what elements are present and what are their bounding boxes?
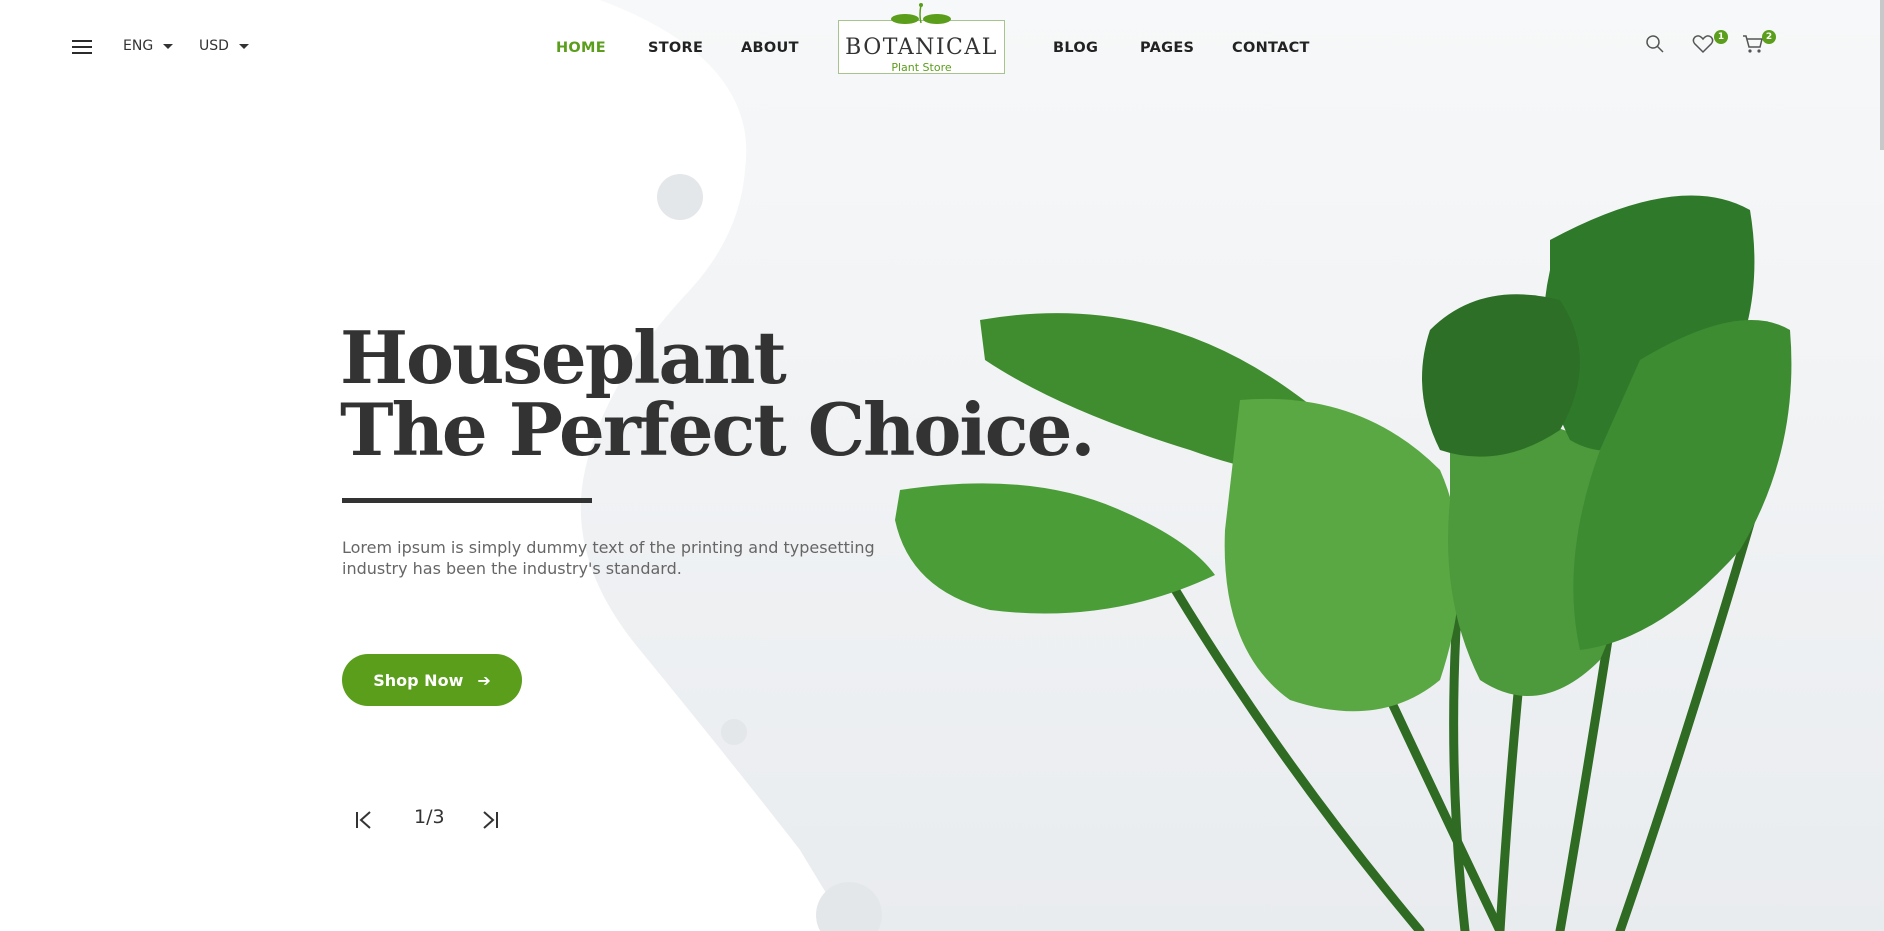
leaf <box>1422 294 1580 457</box>
slide-counter: 1/3 <box>414 806 445 828</box>
leaf <box>1224 398 1460 712</box>
logo-subtitle: Plant Store <box>891 61 952 74</box>
heart-icon <box>1692 35 1714 54</box>
site-logo[interactable]: BOTANICAL Plant Store <box>838 3 1005 74</box>
shop-now-button[interactable]: Shop Now ➔ <box>342 654 522 706</box>
hero-title: Houseplant The Perfect Choice. <box>340 315 1095 472</box>
last-slide-icon[interactable] <box>478 808 502 832</box>
nav-pages[interactable]: PAGES <box>1140 40 1194 56</box>
hero-description: Lorem ipsum is simply dummy text of the … <box>342 538 875 578</box>
cart-count-badge: 2 <box>1762 30 1776 44</box>
title-underline <box>342 498 592 503</box>
nav-contact[interactable]: CONTACT <box>1232 40 1310 56</box>
chevron-down-icon <box>163 43 174 49</box>
wishlist-button[interactable]: 1 <box>1692 30 1728 58</box>
shop-now-label: Shop Now <box>373 670 464 690</box>
decor-circle <box>721 719 747 745</box>
language-selector[interactable]: ENG <box>123 38 174 54</box>
currency-selector[interactable]: USD <box>199 38 249 54</box>
search-icon[interactable] <box>1645 34 1665 54</box>
cart-icon <box>1743 35 1763 53</box>
slide-total: 3 <box>432 806 445 828</box>
hamburger-menu-icon[interactable] <box>72 40 92 56</box>
leaf-logo-icon <box>891 3 951 24</box>
arrow-right-icon: ➔ <box>477 670 491 690</box>
first-slide-icon[interactable] <box>352 808 376 832</box>
nav-about[interactable]: ABOUT <box>741 40 799 56</box>
hero-title-line1: Houseplant <box>340 315 787 400</box>
logo-title: BOTANICAL <box>845 35 998 60</box>
page-scrollbar[interactable] <box>1880 0 1884 150</box>
slide-current: 1 <box>414 806 427 828</box>
hero-title-line2: The Perfect Choice. <box>340 387 1095 472</box>
cart-button[interactable]: 2 <box>1742 30 1776 58</box>
nav-home[interactable]: HOME <box>556 40 606 56</box>
language-label: ENG <box>123 38 154 54</box>
decor-circle <box>657 174 703 220</box>
site-header: ENG USD HOME STORE ABOUT BOTANICAL Plant… <box>0 0 1884 100</box>
wishlist-count-badge: 1 <box>1714 30 1728 44</box>
nav-blog[interactable]: BLOG <box>1053 40 1098 56</box>
houseplant-image <box>895 195 1792 931</box>
chevron-down-icon <box>238 43 249 49</box>
nav-store[interactable]: STORE <box>648 40 703 56</box>
currency-label: USD <box>199 38 229 54</box>
leaf <box>895 483 1215 614</box>
